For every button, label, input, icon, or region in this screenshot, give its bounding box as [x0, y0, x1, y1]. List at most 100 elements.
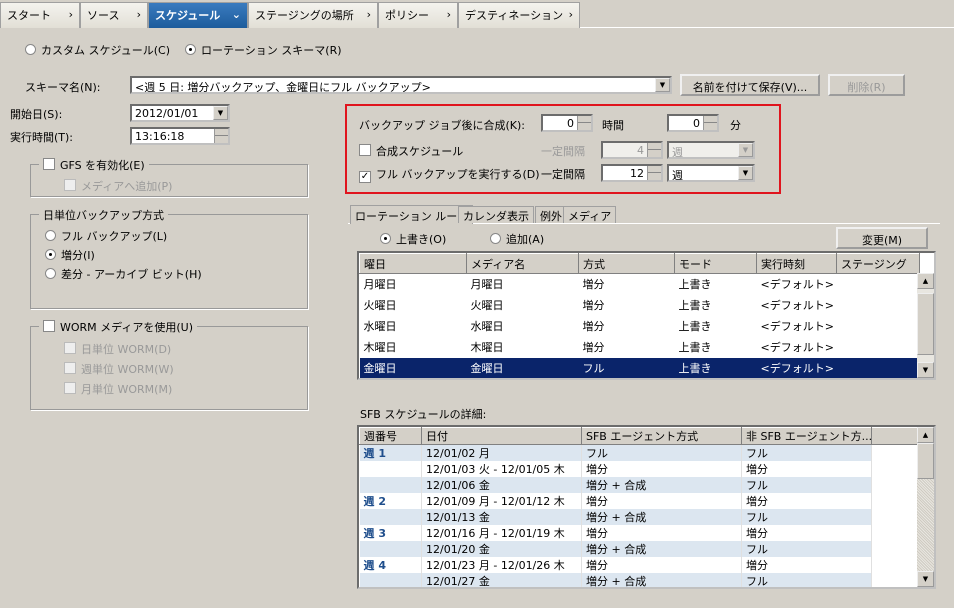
scroll-down-icon[interactable]: ▼ [917, 362, 934, 378]
radio-rotation-scheme[interactable]: ローテーション スキーマ(R) [185, 42, 342, 58]
table-cell [360, 573, 422, 589]
spinner-icon[interactable] [647, 166, 661, 180]
spinner-icon[interactable] [647, 143, 661, 157]
table-cell: 12/01/03 火 - 12/01/05 木 [422, 461, 582, 477]
col-header-media[interactable]: メディア名 [467, 254, 579, 274]
scheme-combo[interactable]: <週 5 日: 増分バックアップ、金曜日にフル バックアップ>▼ [130, 76, 672, 94]
synth-schedule-checkbox[interactable]: 合成スケジュール [359, 143, 463, 159]
table-row[interactable]: 週 412/01/23 月 - 12/01/26 木増分増分 [360, 557, 920, 573]
table-row[interactable]: 月曜日月曜日増分上書き<デフォルト> [360, 274, 920, 295]
tab-staging[interactable]: ステージングの場所› [248, 2, 378, 28]
radio-differential[interactable]: 差分 - アーカイブ ビット(H) [45, 266, 202, 282]
scroll-up-icon[interactable]: ▲ [917, 427, 934, 443]
table-cell: 増分 [742, 557, 872, 573]
scroll-down-icon[interactable]: ▼ [917, 571, 934, 587]
delete-button[interactable]: 削除(R) [828, 74, 905, 96]
subtab-media[interactable]: メディア [563, 206, 616, 223]
table-row[interactable]: 金曜日金曜日フル上書き<デフォルト> [360, 358, 920, 379]
dropdown-arrow-icon[interactable]: ▼ [738, 143, 753, 157]
col-header-non-sfb-method[interactable]: 非 SFB エージェント方... [742, 428, 872, 445]
dropdown-arrow-icon[interactable]: ▼ [738, 166, 753, 180]
table-row[interactable]: 週 212/01/09 月 - 12/01/12 木増分増分 [360, 493, 920, 509]
worm-checkbox[interactable]: WORM メディアを使用(U) [39, 319, 197, 335]
tab-schedule[interactable]: スケジュール⌄ [148, 2, 248, 28]
table-row[interactable]: 12/01/13 金増分 + 合成フル [360, 509, 920, 525]
spinner-icon[interactable] [703, 116, 717, 130]
table-row[interactable]: 12/01/27 金増分 + 合成フル [360, 573, 920, 589]
scroll-thumb[interactable] [917, 443, 934, 479]
radio-icon [490, 233, 501, 244]
spinner-icon[interactable] [214, 129, 228, 143]
table-row[interactable]: 週 312/01/16 月 - 12/01/19 木増分増分 [360, 525, 920, 541]
scroll-up-icon[interactable]: ▲ [917, 273, 934, 289]
subtab-calendar[interactable]: カレンダ表示 [458, 206, 534, 223]
table-cell [360, 461, 422, 477]
col-header-date[interactable]: 日付 [422, 428, 582, 445]
table-cell [360, 509, 422, 525]
table-cell [360, 477, 422, 493]
col-header-time[interactable]: 実行時刻 [757, 254, 837, 274]
save-as-button[interactable]: 名前を付けて保存(V)... [680, 74, 820, 96]
rotation-table: 曜日 メディア名 方式 モード 実行時刻 ステージング 月曜日月曜日増分上書き<… [357, 251, 936, 380]
synth-minutes-spinner[interactable]: 0 [667, 114, 719, 132]
spinner-icon[interactable] [577, 116, 591, 130]
sfb-table: 週番号 日付 SFB エージェント方式 非 SFB エージェント方... 週 1… [357, 425, 936, 589]
exec-time-spinner[interactable]: 13:16:18 [130, 127, 230, 145]
table-cell [872, 493, 920, 509]
monthly-worm-checkbox[interactable]: 月単位 WORM(M) [64, 381, 172, 397]
sched-unit-combo[interactable]: 週▼ [667, 141, 755, 159]
dropdown-arrow-icon[interactable]: ▼ [213, 106, 228, 120]
table-cell: 上書き [675, 337, 757, 358]
table-cell: 増分 + 合成 [582, 573, 742, 589]
table-cell: フル [742, 477, 872, 493]
col-header-sfb-method[interactable]: SFB エージェント方式 [582, 428, 742, 445]
full-unit-combo[interactable]: 週▼ [667, 164, 755, 182]
weekly-worm-checkbox[interactable]: 週単位 WORM(W) [64, 361, 174, 377]
tab-start[interactable]: スタート› [0, 2, 80, 28]
radio-full-backup[interactable]: フル バックアップ(L) [45, 228, 167, 244]
table-cell: 火曜日 [467, 295, 579, 316]
table-row[interactable]: 12/01/03 火 - 12/01/05 木増分増分 [360, 461, 920, 477]
subtab-rotation-rules[interactable]: ローテーション ルール [350, 205, 473, 224]
table-cell: 木曜日 [467, 337, 579, 358]
col-header-week[interactable]: 週番号 [360, 428, 422, 445]
sfb-title: SFB スケジュールの詳細: [360, 406, 486, 422]
change-button[interactable]: 変更(M) [836, 227, 928, 249]
dropdown-arrow-icon[interactable]: ▼ [655, 78, 670, 92]
table-row[interactable]: 12/01/20 金増分 + 合成フル [360, 541, 920, 557]
table-cell: 12/01/02 月 [422, 445, 582, 462]
col-header-day[interactable]: 曜日 [360, 254, 467, 274]
full-backup-checkbox[interactable]: ✓フル バックアップを実行する(D) [359, 166, 540, 183]
table-row[interactable]: 木曜日木曜日増分上書き<デフォルト> [360, 337, 920, 358]
tab-source[interactable]: ソース› [80, 2, 148, 28]
sched-interval-spinner[interactable]: 4 [601, 141, 663, 159]
table-row[interactable]: 12/01/06 金増分 + 合成フル [360, 477, 920, 493]
table-cell: 木曜日 [360, 337, 467, 358]
daily-worm-checkbox[interactable]: 日単位 WORM(D) [64, 341, 171, 357]
radio-overwrite[interactable]: 上書き(O) [380, 231, 446, 247]
tab-policy[interactable]: ポリシー› [378, 2, 458, 28]
table-row[interactable]: 水曜日水曜日増分上書き<デフォルト> [360, 316, 920, 337]
full-interval-spinner[interactable]: 12 [601, 164, 663, 182]
table-row[interactable]: 週 112/01/02 月フルフル [360, 445, 920, 462]
radio-icon [45, 268, 56, 279]
checkbox-icon [64, 342, 76, 354]
col-header-mode[interactable]: モード [675, 254, 757, 274]
col-header-method[interactable]: 方式 [579, 254, 675, 274]
tab-destination[interactable]: デスティネーション› [458, 2, 580, 28]
radio-incremental[interactable]: 増分(I) [45, 247, 95, 263]
start-date-picker[interactable]: 2012/01/01▼ [130, 104, 230, 122]
synth-hours-spinner[interactable]: 0 [541, 114, 593, 132]
hours-unit: 時間 [602, 117, 624, 133]
sfb-scrollbar[interactable]: ▲ ▼ [917, 427, 934, 587]
append-media-checkbox[interactable]: メディアへ追加(P) [64, 178, 172, 194]
rotation-scrollbar[interactable]: ▲ ▼ [917, 273, 934, 378]
radio-append[interactable]: 追加(A) [490, 231, 544, 247]
col-header-staging[interactable]: ステージング [837, 254, 920, 274]
table-row[interactable]: 火曜日火曜日増分上書き<デフォルト> [360, 295, 920, 316]
scroll-thumb[interactable] [917, 293, 934, 355]
table-cell: 増分 [582, 461, 742, 477]
table-cell [872, 445, 920, 462]
radio-custom-schedule[interactable]: カスタム スケジュール(C) [25, 42, 170, 58]
gfs-checkbox[interactable]: GFS を有効化(E) [39, 157, 149, 173]
